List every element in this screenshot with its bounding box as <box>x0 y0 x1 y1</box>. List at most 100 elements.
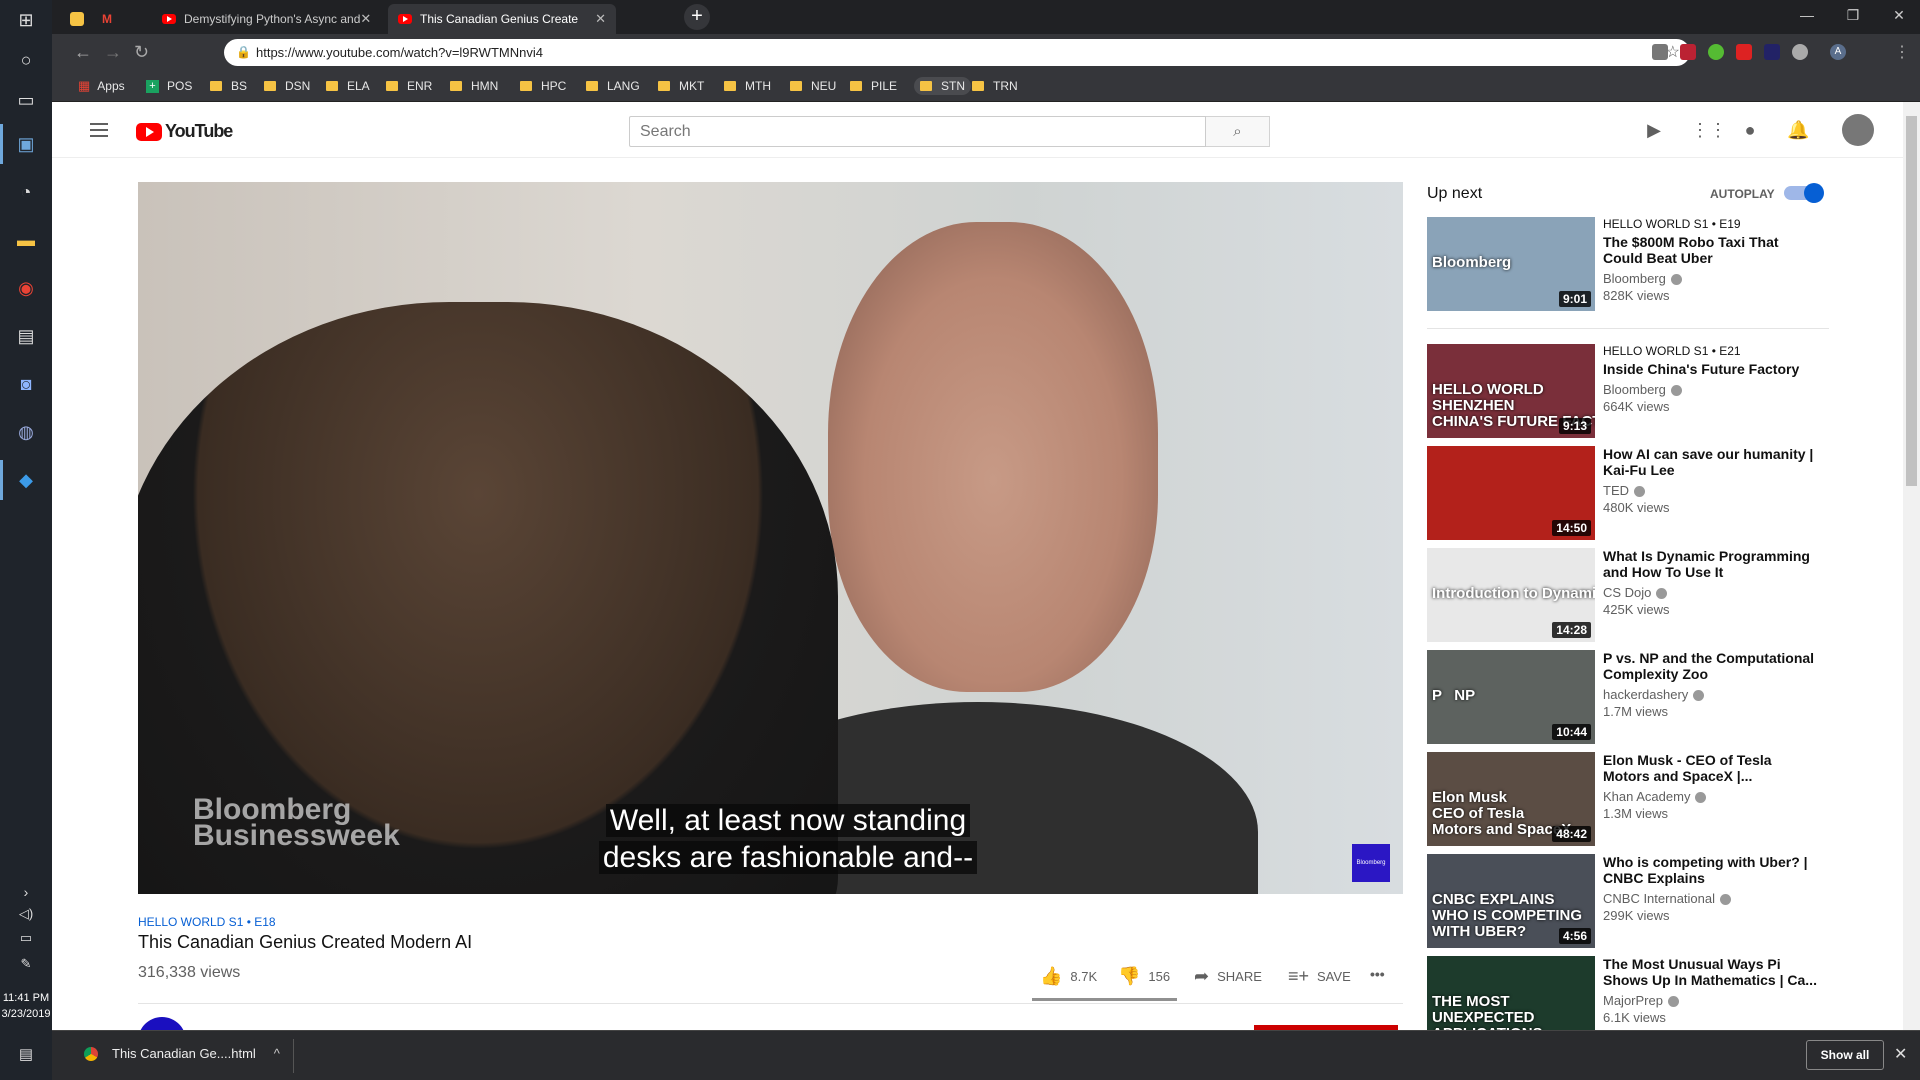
channel-name[interactable]: Bloomberg <box>1603 382 1821 397</box>
app-icon-3[interactable]: ◙ <box>12 370 40 398</box>
bookmark-neu[interactable]: NEU <box>790 77 836 95</box>
file-explorer-icon[interactable]: ▬ <box>12 226 40 254</box>
vscode-icon[interactable]: ◆ <box>12 466 40 494</box>
channel-name[interactable]: MajorPrep <box>1603 993 1821 1008</box>
video-thumbnail[interactable]: 14:50 <box>1427 446 1595 540</box>
search-button[interactable]: ⌕ <box>1206 116 1270 147</box>
like-button[interactable]: 👍 8.7K <box>1040 966 1097 987</box>
extension-icon-2[interactable] <box>1680 44 1696 60</box>
more-actions-button[interactable]: ••• <box>1370 966 1385 982</box>
reload-icon[interactable]: ↻ <box>134 42 149 63</box>
forward-icon[interactable]: → <box>104 42 122 63</box>
page-scrollbar[interactable] <box>1903 102 1920 1030</box>
bookmark-mkt[interactable]: MKT <box>658 77 704 95</box>
video-thumbnail[interactable]: Elon Musk CEO of Tesla Motors and SpaceX… <box>1427 752 1595 846</box>
chrome-taskbar-icon[interactable]: ◉ <box>12 274 40 302</box>
download-item[interactable]: This Canadian Ge....html ^ <box>84 1046 280 1061</box>
chevron-up-icon[interactable]: ^ <box>274 1046 280 1061</box>
youtube-logo[interactable]: YouTube <box>136 121 233 142</box>
bookmark-hpc[interactable]: HPC <box>520 77 566 95</box>
extension-gear-icon[interactable] <box>1792 44 1808 60</box>
new-tab-button[interactable]: + <box>684 4 710 30</box>
up-next-video-card[interactable]: 14:50 How AI can save our humanity | Kai-… <box>1427 446 1827 540</box>
video-title[interactable]: Inside China's Future Factory <box>1603 361 1821 377</box>
tab-python-async[interactable]: Demystifying Python's Async and ✕ <box>152 4 376 34</box>
channel-name[interactable]: hackerdashery <box>1603 687 1821 702</box>
windows-start-icon[interactable]: ⊞ <box>12 6 40 34</box>
hamburger-menu-icon[interactable] <box>90 123 108 137</box>
notification-icon[interactable]: ▤ <box>12 1040 40 1068</box>
video-title[interactable]: The $800M Robo Taxi That Could Beat Uber <box>1603 234 1821 266</box>
apps-grid-icon[interactable]: ⋮⋮ <box>1691 119 1727 141</box>
save-button[interactable]: ≡+ SAVE <box>1288 966 1351 987</box>
bloomberg-corner-logo[interactable]: Bloomberg <box>1352 844 1390 882</box>
account-avatar[interactable] <box>1842 114 1874 146</box>
pen-icon[interactable]: ✎ <box>12 950 40 978</box>
tab-canadian-genius[interactable]: This Canadian Genius Create ✕ <box>388 4 616 34</box>
bookmark-apps[interactable]: ▦ Apps <box>78 77 125 95</box>
cortana-icon[interactable]: ○ <box>12 46 40 74</box>
channel-name[interactable]: TED <box>1603 483 1821 498</box>
notifications-bell-icon[interactable]: 🔔 <box>1787 119 1809 141</box>
bookmark-mth[interactable]: MTH <box>724 77 771 95</box>
messages-icon[interactable]: ● <box>1739 119 1761 141</box>
bookmark-stn[interactable]: STN <box>914 77 971 95</box>
bookmark-pile[interactable]: PILE <box>850 77 897 95</box>
video-title[interactable]: Who is competing with Uber? | CNBC Expla… <box>1603 854 1821 886</box>
video-title[interactable]: How AI can save our humanity | Kai-Fu Le… <box>1603 446 1821 478</box>
video-thumbnail[interactable]: Bloomberg 9:01 <box>1427 217 1595 311</box>
app-icon-2[interactable]: ▤ <box>12 322 40 350</box>
show-all-button[interactable]: Show all <box>1806 1040 1884 1070</box>
tab-pinned-gmail[interactable]: M <box>96 4 124 34</box>
back-icon[interactable]: ← <box>74 42 92 63</box>
video-thumbnail[interactable]: P NP 10:44 <box>1427 650 1595 744</box>
clock-app-icon[interactable]: ◔ <box>12 178 40 206</box>
scrollbar-thumb[interactable] <box>1906 116 1917 486</box>
channel-name[interactable]: Bloomberg <box>1603 271 1821 286</box>
minimize-button[interactable]: — <box>1784 0 1830 30</box>
network-icon[interactable]: ▭ <box>12 924 40 952</box>
address-bar[interactable]: 🔒 https://www.youtube.com/watch?v=l9RWTM… <box>224 39 1690 66</box>
video-series-link[interactable]: HELLO WORLD S1 • E18 <box>138 915 276 929</box>
close-downloads-icon[interactable]: ✕ <box>1894 1044 1907 1064</box>
chrome-menu-icon[interactable]: ⋮ <box>1894 42 1910 62</box>
close-window-button[interactable]: ✕ <box>1876 0 1920 30</box>
video-title[interactable]: P vs. NP and the Computational Complexit… <box>1603 650 1821 682</box>
video-title[interactable]: Elon Musk - CEO of Tesla Motors and Spac… <box>1603 752 1821 784</box>
task-view-icon[interactable]: ▭ <box>12 86 40 114</box>
dislike-button[interactable]: 👎 156 <box>1118 966 1170 987</box>
app-icon[interactable]: ▣ <box>12 130 40 158</box>
up-next-video-card[interactable]: Bloomberg 9:01 HELLO WORLD S1 • E19 The $80… <box>1427 217 1827 311</box>
share-button[interactable]: ➦ SHARE <box>1194 966 1262 987</box>
search-input[interactable]: Search <box>629 116 1206 147</box>
bookmark-pos[interactable]: + POS <box>146 77 192 95</box>
video-thumbnail[interactable]: HELLO WORLD SHENZHEN CHINA'S FUTURE FACT… <box>1427 344 1595 438</box>
up-next-video-card[interactable]: Elon Musk CEO of Tesla Motors and SpaceX… <box>1427 752 1827 846</box>
system-clock[interactable]: 11:41 PM 3/23/2019 <box>0 990 52 1022</box>
channel-name[interactable]: CS Dojo <box>1603 585 1821 600</box>
tab-close-icon[interactable]: ✕ <box>360 11 371 27</box>
video-player[interactable]: Bloomberg Businessweek Well, at least no… <box>138 182 1403 894</box>
bookmark-ela[interactable]: ELA <box>326 77 370 95</box>
up-next-video-card[interactable]: CNBC EXPLAINS WHO IS COMPETING WITH UBER… <box>1427 854 1827 948</box>
profile-avatar[interactable]: A <box>1830 44 1846 60</box>
steam-icon[interactable]: ◍ <box>12 418 40 446</box>
bookmark-lang[interactable]: LANG <box>586 77 640 95</box>
bookmark-trn[interactable]: TRN <box>972 77 1018 95</box>
tab-close-icon[interactable]: ✕ <box>595 11 606 27</box>
up-next-video-card[interactable]: P NP 10:44 P vs. NP and the Computational … <box>1427 650 1827 744</box>
autoplay-toggle[interactable] <box>1784 183 1824 203</box>
bookmark-enr[interactable]: ENR <box>386 77 432 95</box>
extension-new-icon[interactable] <box>1764 44 1780 60</box>
bookmark-bs[interactable]: BS <box>210 77 247 95</box>
video-title[interactable]: The Most Unusual Ways Pi Shows Up In Mat… <box>1603 956 1821 988</box>
restore-button[interactable]: ❐ <box>1830 0 1876 30</box>
video-thumbnail[interactable]: Introduction to Dynamic Prog 14:28 <box>1427 548 1595 642</box>
channel-name[interactable]: CNBC International <box>1603 891 1821 906</box>
extension-icon-3[interactable] <box>1708 44 1724 60</box>
bookmark-hmn[interactable]: HMN <box>450 77 498 95</box>
channel-name[interactable]: Khan Academy <box>1603 789 1821 804</box>
up-next-video-card[interactable]: HELLO WORLD SHENZHEN CHINA'S FUTURE FACT… <box>1427 344 1827 438</box>
extension-shield-icon[interactable] <box>1652 44 1668 60</box>
up-next-video-card[interactable]: Introduction to Dynamic Prog 14:28 What Is… <box>1427 548 1827 642</box>
